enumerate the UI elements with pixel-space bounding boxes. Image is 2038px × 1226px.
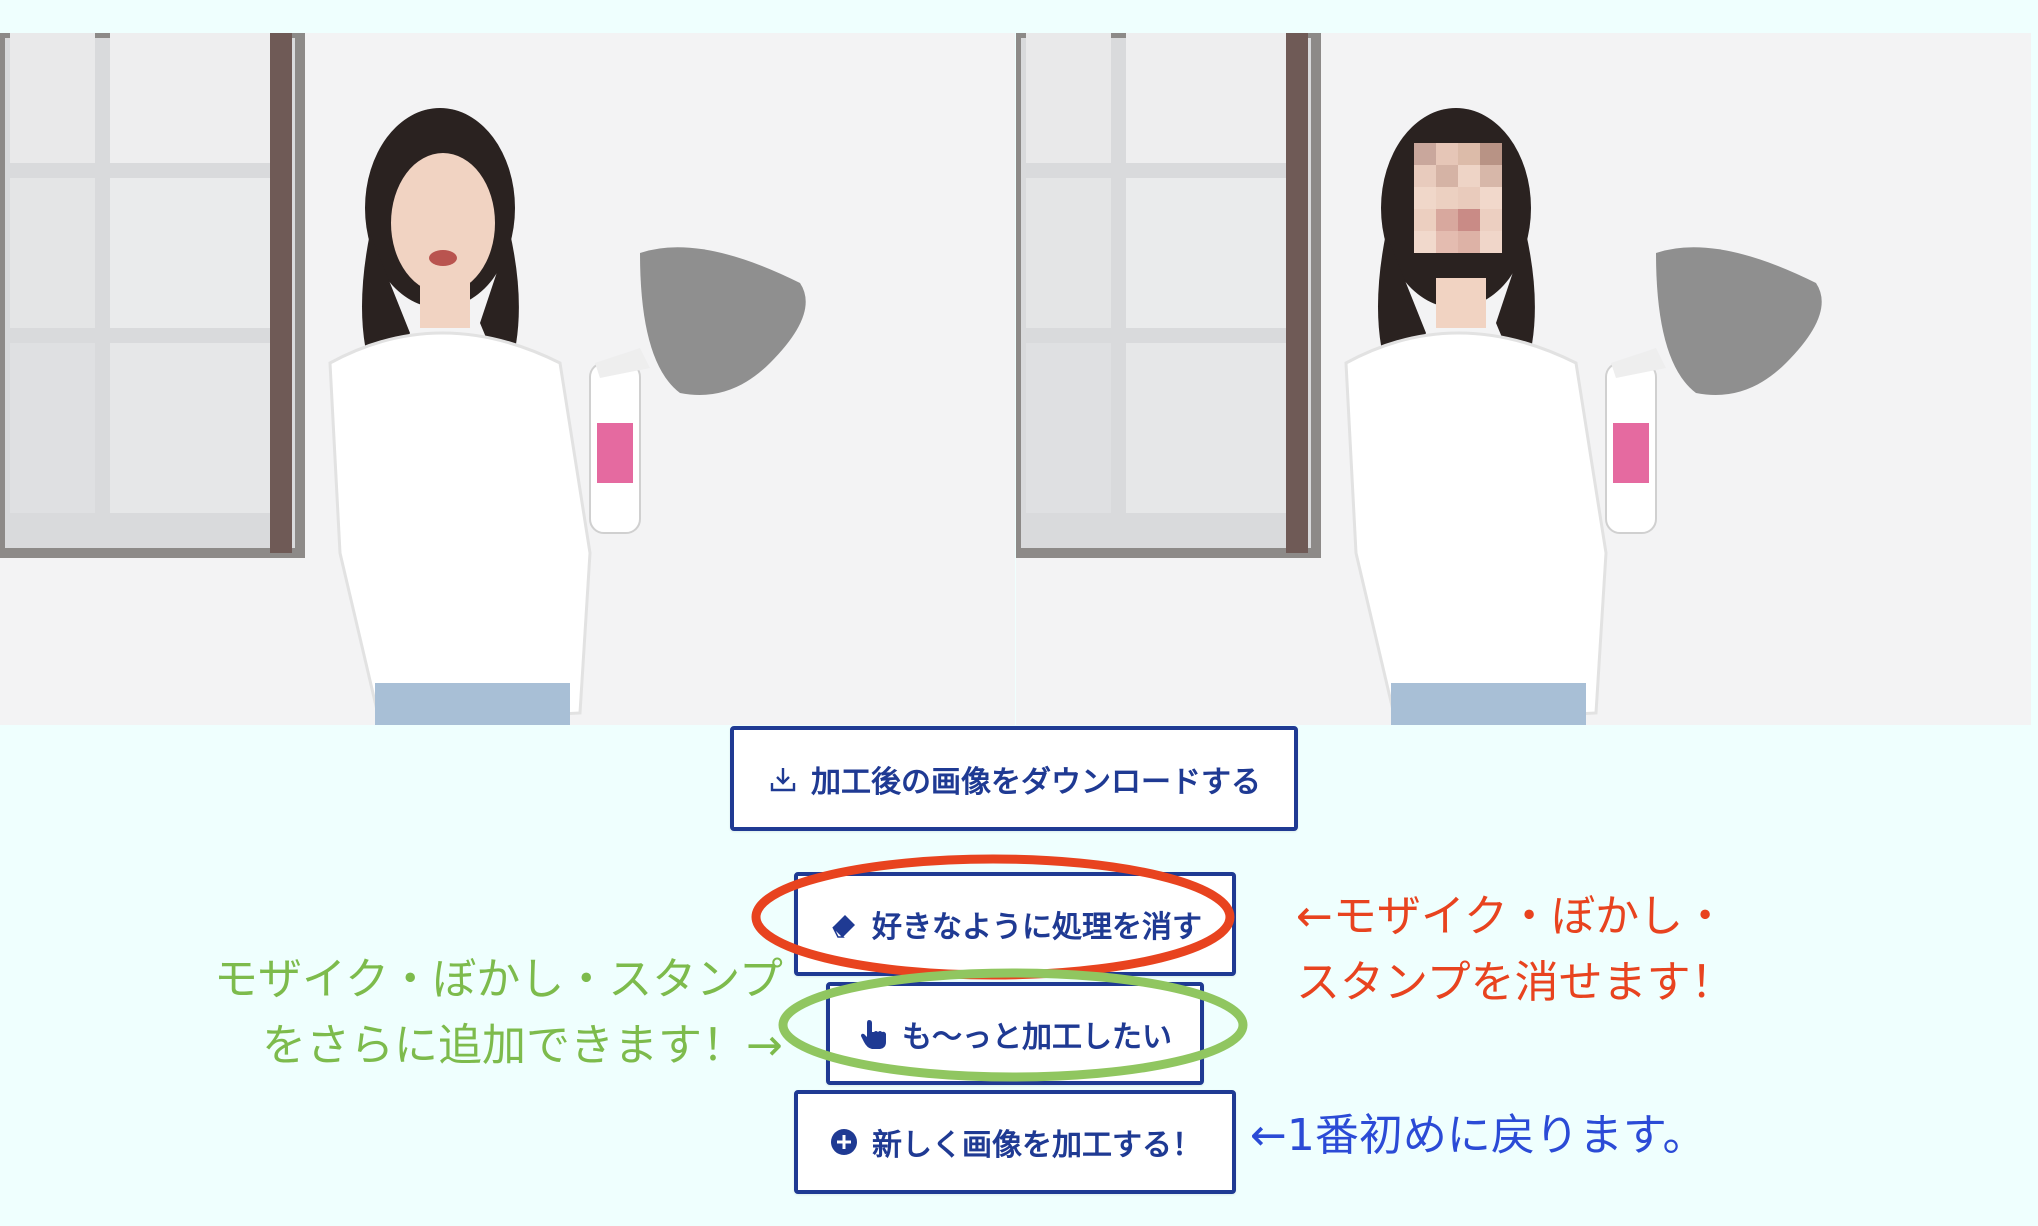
more-button-label: も〜っと加工したい bbox=[902, 1019, 1172, 1055]
new-annotation-line1: ←1番初めに戻ります。 bbox=[1250, 1110, 1707, 1161]
add-annotation: モザイク・ぼかし・スタンプ をさらに追加できます！→ bbox=[214, 947, 783, 1079]
pointer-hand-icon bbox=[858, 1018, 890, 1050]
erase-annotation: ←モザイク・ぼかし・ スタンプを消せます！ bbox=[1296, 884, 1735, 1016]
add-annotation-line2: をさらに追加できます！→ bbox=[262, 1020, 783, 1071]
new-image-button[interactable]: 新しく画像を加工する！ bbox=[794, 1090, 1236, 1194]
erase-processing-button[interactable]: 好きなように処理を消す bbox=[794, 872, 1236, 976]
plus-circle-icon bbox=[828, 1126, 860, 1158]
mosaic-face bbox=[1414, 143, 1502, 253]
erase-annotation-line1: ←モザイク・ぼかし・ bbox=[1296, 891, 1728, 942]
processed-photo bbox=[1016, 33, 2031, 725]
add-annotation-line1: モザイク・ぼかし・スタンプ bbox=[214, 954, 783, 1005]
erase-annotation-line2: スタンプを消せます！ bbox=[1296, 957, 1735, 1008]
erase-button-label: 好きなように処理を消す bbox=[872, 910, 1202, 945]
download-icon bbox=[767, 763, 799, 795]
eraser-icon bbox=[828, 908, 860, 940]
original-photo bbox=[0, 33, 1015, 725]
new-annotation: ←1番初めに戻ります。 bbox=[1250, 1103, 1706, 1169]
new-button-label: 新しく画像を加工する！ bbox=[872, 1128, 1202, 1163]
download-button-label: 加工後の画像をダウンロードする bbox=[811, 764, 1261, 800]
download-button[interactable]: 加工後の画像をダウンロードする bbox=[730, 726, 1298, 831]
more-processing-button[interactable]: も〜っと加工したい bbox=[826, 982, 1204, 1085]
